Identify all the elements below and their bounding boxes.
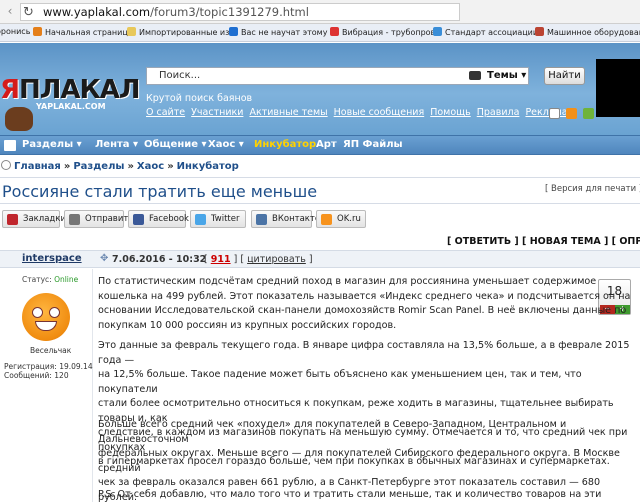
home-icon[interactable] xyxy=(4,140,16,151)
breadcrumb-chaos[interactable]: Хаос xyxy=(137,161,164,172)
avatar-eye xyxy=(49,307,60,318)
header-links: О сайте Участники Активные темы Новые со… xyxy=(146,107,571,118)
rss-icon[interactable] xyxy=(566,108,578,119)
bookmark-item[interactable]: Импортированные из F xyxy=(127,27,237,37)
user-status: Статус: Online xyxy=(22,275,79,284)
logo-domain: YAPLAKAL.COM xyxy=(36,102,106,111)
header-link-help[interactable]: Помощь xyxy=(430,107,470,118)
breadcrumb: Главная» Разделы» Хаос» Инкубатор xyxy=(0,160,640,176)
camera-icon[interactable] xyxy=(469,71,481,80)
menu-item-feed[interactable]: Лента ▾ xyxy=(95,139,138,150)
vk-share-button[interactable]: ВКонтакте xyxy=(251,210,320,228)
header-icons xyxy=(549,108,597,122)
post-meta: [ 911 ] [ цитировать ] xyxy=(204,254,313,265)
user-rank: Весельчак xyxy=(30,346,72,355)
send-share-button[interactable]: Отправить xyxy=(64,210,133,228)
mail-icon[interactable] xyxy=(549,108,560,119)
topic-actions[interactable]: [ ОТВЕТИТЬ ] [ НОВАЯ ТЕМА ] [ ОПРОС ] xyxy=(447,236,640,247)
bookmark-item[interactable]: Начальная страница xyxy=(33,27,133,37)
header-link-active[interactable]: Активные темы xyxy=(249,107,327,118)
breadcrumb-home[interactable]: Главная xyxy=(14,161,61,172)
header-link-about[interactable]: О сайте xyxy=(146,107,185,118)
send-icon xyxy=(69,214,80,225)
menu-item-chat[interactable]: Общение ▾ xyxy=(144,139,207,150)
user-panel: Статус: Online Весельчак Регистрация: 19… xyxy=(0,269,93,502)
bookmark-favicon-icon xyxy=(33,27,42,36)
header-link-members[interactable]: Участники xyxy=(191,107,243,118)
facebook-icon xyxy=(133,214,144,225)
find-button[interactable]: Найти xyxy=(544,67,585,85)
menu-item-incubator[interactable]: Инкубатор xyxy=(254,139,316,150)
browser-address-bar: ‹ ↻ www.yaplakal.com/forum3/topic1391279… xyxy=(0,0,640,24)
user-info: Регистрация: 19.09.14 Сообщений: 120 xyxy=(4,362,93,380)
bookmark-favicon-icon xyxy=(433,27,442,36)
bookmark-item[interactable]: Вибрация - трубопров xyxy=(330,27,435,37)
avatar-eye xyxy=(32,307,43,318)
menu-item-sections[interactable]: Разделы ▾ xyxy=(22,139,82,150)
folder-icon xyxy=(127,27,136,36)
header-link-new[interactable]: Новые сообщения xyxy=(334,107,425,118)
post-paragraph: P.S. От себя добавлю, что мало того что … xyxy=(98,489,602,500)
menu-item-files[interactable]: ЯП Файлы xyxy=(343,139,403,150)
shield-icon[interactable] xyxy=(583,108,595,119)
bookmark-item[interactable]: Машинное оборудован xyxy=(535,27,640,37)
quote-link[interactable]: цитировать xyxy=(247,254,306,265)
menu-item-art[interactable]: Арт xyxy=(316,139,337,150)
divider xyxy=(0,203,640,204)
logo-text: ЯПЛАКАЛ xyxy=(0,75,140,105)
breadcrumb-icon xyxy=(1,160,11,170)
main-menu: Разделы ▾ Лента ▾ Общение ▾ Хаос ▾ Инкуб… xyxy=(0,135,640,155)
bookmark-favicon-icon xyxy=(229,27,238,36)
post-paragraph: По статистическим подсчётам средний похо… xyxy=(98,276,631,331)
facebook-share-button[interactable]: Facebook xyxy=(128,210,189,228)
tagline: Крутой поиск баянов xyxy=(146,93,253,104)
reload-icon[interactable]: ↻ xyxy=(23,5,34,20)
avatar[interactable] xyxy=(22,293,70,341)
back-icon[interactable]: ‹ xyxy=(0,4,20,20)
post-author[interactable]: interspace xyxy=(22,253,82,264)
post-header: interspace ✥ 7.06.2016 - 10:32 [ 911 ] [… xyxy=(0,250,640,268)
url-text: www.yaplakal.com/forum3/topic1391279.htm… xyxy=(43,5,309,19)
site-logo[interactable]: ЯПЛАКАЛ YAPLAKAL.COM xyxy=(0,71,140,133)
avatar-mouth xyxy=(35,321,57,331)
bookmark-item[interactable]: оронись xyxy=(0,27,30,36)
bookmark-item[interactable]: Стандарт ассоциации xyxy=(433,27,538,37)
page-title: Россияне стали тратить еще меньше xyxy=(2,182,318,201)
search-input[interactable]: Поиск... Темы ▾ xyxy=(146,67,529,85)
twitter-icon xyxy=(195,214,206,225)
print-version-link[interactable]: [ Версия для печати ] xyxy=(545,184,640,194)
post-date: 7.06.2016 - 10:32 xyxy=(112,254,207,265)
header-banner xyxy=(596,59,640,117)
divider xyxy=(0,177,640,178)
bookmarks-bar: оронись Начальная страница Импортированн… xyxy=(0,24,640,42)
ok-share-button[interactable]: OK.ru xyxy=(316,210,366,228)
post-link-icon[interactable]: ✥ xyxy=(100,253,108,264)
yap-icon xyxy=(7,214,18,225)
cat-mascot-icon xyxy=(5,107,33,131)
vk-icon xyxy=(256,214,267,225)
header-link-rules[interactable]: Правила xyxy=(477,107,520,118)
search-scope-select[interactable]: Темы ▾ xyxy=(487,70,526,81)
bookmark-item[interactable]: Вас не научат этому в xyxy=(229,27,335,37)
url-field[interactable]: ↻ www.yaplakal.com/forum3/topic1391279.h… xyxy=(20,3,460,21)
breadcrumb-incubator[interactable]: Инкубатор xyxy=(177,161,239,172)
search-placeholder: Поиск... xyxy=(159,70,201,81)
menu-item-chaos[interactable]: Хаос ▾ xyxy=(208,139,244,150)
ok-icon xyxy=(321,214,332,225)
post-number-link[interactable]: 911 xyxy=(211,254,231,265)
twitter-share-button[interactable]: Twitter xyxy=(190,210,246,228)
bookmark-favicon-icon xyxy=(330,27,339,36)
site-header: ЯПЛАКАЛ YAPLAKAL.COM Поиск... Темы ▾ Най… xyxy=(0,43,640,135)
bookmark-favicon-icon xyxy=(535,27,544,36)
breadcrumb-sections[interactable]: Разделы xyxy=(73,161,124,172)
bookmark-share-button[interactable]: Закладки xyxy=(2,210,66,228)
